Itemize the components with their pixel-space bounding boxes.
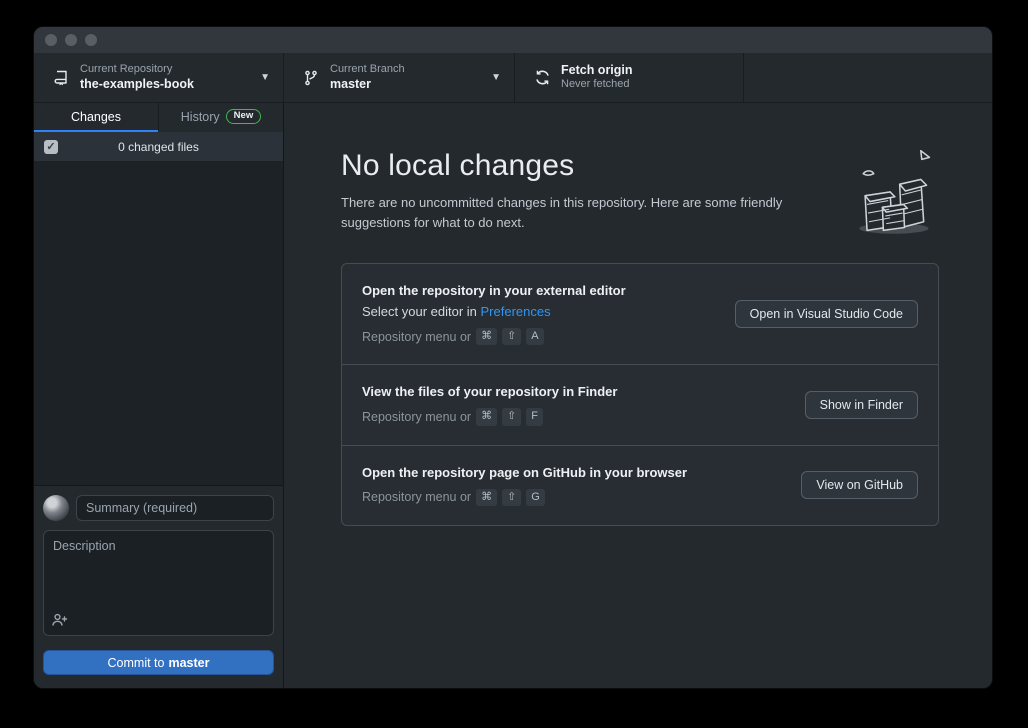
page-subtitle: There are no uncommitted changes in this… (341, 193, 853, 233)
shortcut-hint: Repository menu or ⌘ ⇧ G (362, 489, 687, 506)
sidebar: Changes History New ✓ 0 changed files (34, 103, 284, 688)
app-window: Current Repository the-examples-book ▼ C… (33, 26, 993, 689)
preferences-link[interactable]: Preferences (481, 304, 551, 319)
add-coauthor-icon[interactable] (51, 612, 69, 628)
commit-button-prefix: Commit to (108, 656, 165, 670)
toolbar: Current Repository the-examples-book ▼ C… (34, 53, 992, 103)
letter-key: A (526, 328, 543, 345)
editor-line-prefix: Select your editor in (362, 304, 481, 319)
close-window-button[interactable] (45, 34, 57, 46)
shortcut-hint: Repository menu or ⌘ ⇧ A (362, 328, 626, 345)
current-branch-value: master (330, 77, 405, 93)
zoom-window-button[interactable] (85, 34, 97, 46)
changed-files-count: 0 changed files (44, 140, 273, 154)
fetch-origin-title: Fetch origin (561, 63, 633, 79)
shift-key: ⇧ (502, 489, 521, 506)
suggestion-view-on-github: Open the repository page on GitHub in yo… (342, 445, 938, 525)
commit-button[interactable]: Commit to master (43, 650, 274, 675)
tab-changes[interactable]: Changes (34, 103, 158, 132)
minimize-window-button[interactable] (65, 34, 77, 46)
commit-summary-input[interactable] (76, 495, 274, 521)
titlebar (34, 27, 992, 53)
chevron-down-icon: ▼ (491, 72, 501, 83)
suggestion-show-in-finder: View the files of your repository in Fin… (342, 364, 938, 444)
avatar (43, 495, 69, 521)
sync-icon (533, 69, 551, 87)
main-panel: No local changes There are no uncommitte… (284, 103, 992, 688)
toolbar-spacer (744, 53, 992, 102)
new-badge: New (226, 109, 262, 124)
open-in-editor-button[interactable]: Open in Visual Studio Code (735, 300, 918, 328)
current-repository-dropdown[interactable]: Current Repository the-examples-book ▼ (34, 53, 284, 102)
chevron-down-icon: ▼ (260, 72, 270, 83)
commit-button-branch: master (168, 656, 209, 670)
suggestion-title: Open the repository in your external edi… (362, 283, 626, 298)
current-branch-dropdown[interactable]: Current Branch master ▼ (284, 53, 515, 102)
git-branch-icon (302, 69, 320, 87)
sidebar-tabbar: Changes History New (34, 103, 283, 132)
suggestion-external-editor: Open the repository in your external edi… (342, 264, 938, 364)
changes-list (34, 161, 283, 485)
shift-key: ⇧ (502, 408, 521, 425)
tab-history-label: History (181, 110, 220, 124)
view-on-github-button[interactable]: View on GitHub (801, 471, 918, 499)
letter-key: G (526, 489, 545, 506)
suggestion-title: View the files of your repository in Fin… (362, 384, 617, 399)
letter-key: F (526, 408, 543, 425)
commit-description-input[interactable] (43, 530, 274, 636)
shift-key: ⇧ (502, 328, 521, 345)
suggestion-title: Open the repository page on GitHub in yo… (362, 465, 687, 480)
tab-history[interactable]: History New (158, 103, 283, 132)
no-changes-illustration (844, 143, 940, 244)
fetch-origin-button[interactable]: Fetch origin Never fetched (515, 53, 744, 102)
command-key: ⌘ (476, 328, 497, 345)
shortcut-prefix: Repository menu or (362, 410, 471, 424)
repo-icon (52, 69, 70, 87)
suggestion-line: Select your editor in Preferences (362, 304, 626, 319)
current-repository-value: the-examples-book (80, 77, 194, 93)
shortcut-hint: Repository menu or ⌘ ⇧ F (362, 408, 617, 425)
current-branch-label: Current Branch (330, 63, 405, 77)
commit-panel: Commit to master (34, 485, 283, 688)
changed-files-header: ✓ 0 changed files (34, 132, 283, 161)
fetch-origin-subtitle: Never fetched (561, 78, 633, 92)
shortcut-prefix: Repository menu or (362, 330, 471, 344)
command-key: ⌘ (476, 489, 497, 506)
tab-changes-label: Changes (71, 110, 121, 124)
suggestions-container: Open the repository in your external edi… (341, 263, 939, 526)
current-repository-label: Current Repository (80, 63, 194, 77)
show-in-finder-button[interactable]: Show in Finder (805, 391, 918, 419)
shortcut-prefix: Repository menu or (362, 490, 471, 504)
command-key: ⌘ (476, 408, 497, 425)
